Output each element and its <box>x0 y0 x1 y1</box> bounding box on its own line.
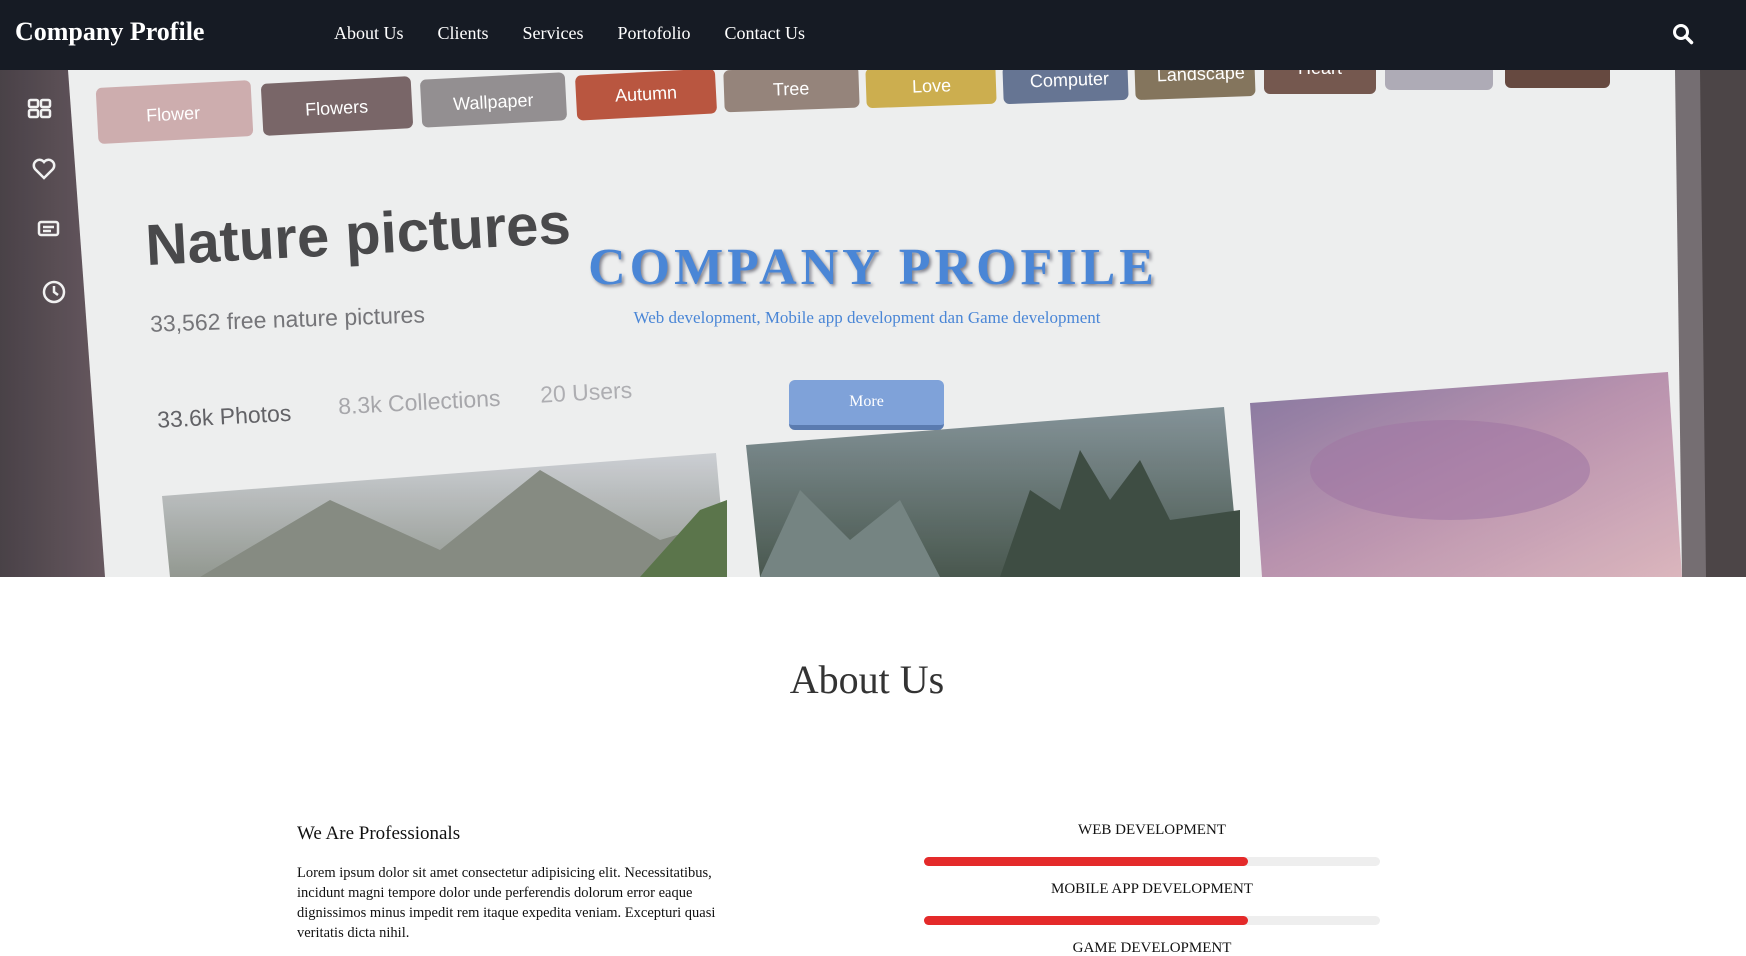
skill-web: WEB DEVELOPMENT <box>924 822 1380 881</box>
skill-label: MOBILE APP DEVELOPMENT <box>1051 881 1253 897</box>
about-title: About Us <box>789 657 945 702</box>
skill-progress-track <box>924 857 1380 866</box>
nav-link-portofolio[interactable]: Portofolio <box>618 23 691 44</box>
skill-label: WEB DEVELOPMENT <box>1078 822 1226 838</box>
nav-link-about[interactable]: About Us <box>334 23 404 44</box>
search-icon[interactable] <box>1672 23 1694 45</box>
nav-links: About Us Clients Services Portofolio Con… <box>334 23 839 44</box>
skill-progress-fill <box>924 857 1248 866</box>
skill-label: GAME DEVELOPMENT <box>1072 940 1232 956</box>
hero-section: Flower Flowers Wallpaper Autumn Tree Lov… <box>0 70 1746 577</box>
hero-title: COMPANY PROFILE <box>588 239 1158 296</box>
skill-progress-track <box>924 916 1380 925</box>
about-intro: We Are Professionals Lorem ipsum dolor s… <box>297 823 747 943</box>
nav-link-clients[interactable]: Clients <box>438 23 489 44</box>
navbar: Company Profile About Us Clients Service… <box>0 0 1746 70</box>
more-button[interactable]: More <box>789 380 944 430</box>
about-text: Lorem ipsum dolor sit amet consectetur a… <box>297 865 716 941</box>
skill-progress-fill <box>924 916 1248 925</box>
skills-list: WEB DEVELOPMENT MOBILE APP DEVELOPMENT G… <box>924 822 1380 956</box>
about-heading: We Are Professionals <box>297 823 461 844</box>
skill-mobile: MOBILE APP DEVELOPMENT <box>924 881 1380 940</box>
nav-link-services[interactable]: Services <box>523 23 584 44</box>
nav-link-contact[interactable]: Contact Us <box>725 23 806 44</box>
skill-game: GAME DEVELOPMENT <box>924 940 1380 956</box>
hero-subtitle: Web development, Mobile app development … <box>633 308 1101 327</box>
brand-logo[interactable]: Company Profile <box>15 17 204 47</box>
